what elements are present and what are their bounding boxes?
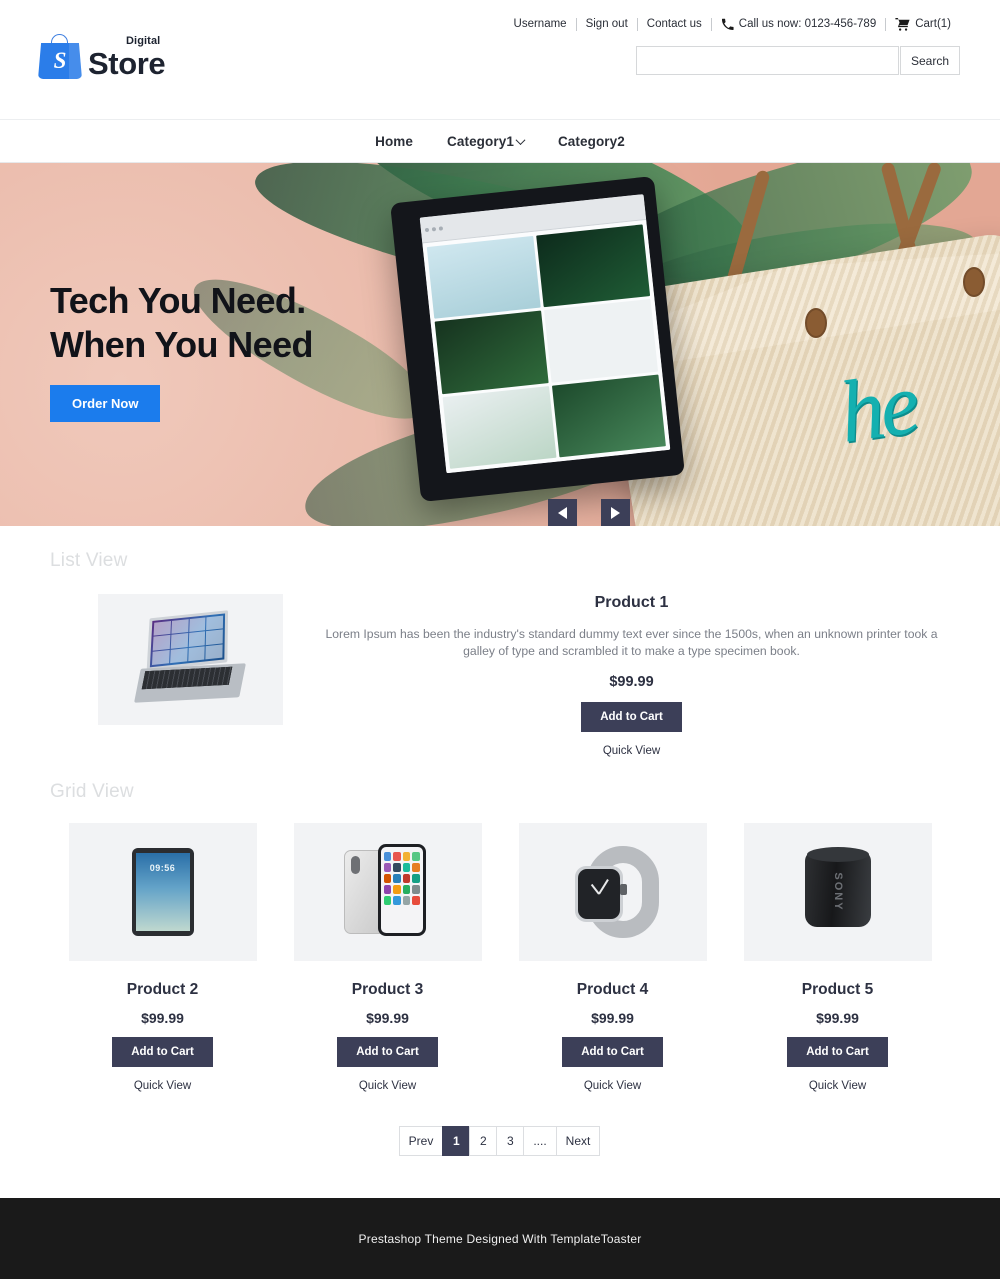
cart-link[interactable]: Cart(1) xyxy=(886,17,960,31)
footer-credit-text: Prestashop Theme Designed With TemplateT… xyxy=(358,1231,642,1246)
product-price: $99.99 xyxy=(591,1010,634,1027)
search-input[interactable] xyxy=(636,46,899,75)
smartphone-icon xyxy=(338,842,438,942)
add-to-cart-button[interactable]: Add to Cart xyxy=(112,1037,213,1068)
cart-icon xyxy=(895,17,910,31)
list-view-row: Product 1 Lorem Ipsum has been the indus… xyxy=(0,572,1000,757)
quick-view-link[interactable]: Quick View xyxy=(744,1080,932,1092)
speaker-icon: SONY xyxy=(804,847,871,933)
order-now-button[interactable]: Order Now xyxy=(50,384,161,422)
grid-view-title: Grid View xyxy=(50,781,134,803)
product-name: Product 5 xyxy=(801,981,874,999)
product-price: $99.99 xyxy=(366,1010,409,1027)
bag-button xyxy=(805,308,827,338)
hero-content: Tech You Need. When You Need Order Now xyxy=(50,279,313,422)
carousel-controls xyxy=(548,499,630,526)
call-us-text: Call us now: 0123-456-789 xyxy=(738,18,877,30)
product-price: $99.99 xyxy=(141,1010,184,1027)
pagination-page-2[interactable]: 2 xyxy=(469,1126,498,1157)
grid-view-row: 09:56 Product 2 $99.99 Add to Cart Quick… xyxy=(0,803,1000,1092)
arrow-left-icon xyxy=(558,506,567,519)
add-to-cart-button[interactable]: Add to Cart xyxy=(337,1037,438,1068)
logo-mark-letter: S xyxy=(53,48,67,73)
speaker-brand-text: SONY xyxy=(831,872,844,912)
quick-view-link[interactable]: Quick View xyxy=(323,745,940,757)
list-view-title: List View xyxy=(50,550,128,571)
nav-label: Home xyxy=(375,133,414,149)
pagination-ellipsis[interactable]: .... xyxy=(523,1126,557,1157)
carousel-next-button[interactable] xyxy=(601,499,630,526)
call-us-block: Call us now: 0123-456-789 xyxy=(712,18,885,31)
utility-bar: Username Sign out Contact us Call us now… xyxy=(505,17,960,31)
nav-item-category2[interactable]: Category2 xyxy=(558,134,625,149)
hero-banner: he Tech You Need. When You Need Order No… xyxy=(0,163,1000,526)
contact-us-link[interactable]: Contact us xyxy=(638,17,711,31)
add-to-cart-button[interactable]: Add to Cart xyxy=(562,1037,663,1068)
pagination-page-3[interactable]: 3 xyxy=(496,1126,525,1157)
product-name: Product 2 xyxy=(126,981,199,999)
tablet-screen-time: 09:56 xyxy=(149,863,176,874)
product-name: Product 4 xyxy=(576,981,649,999)
product-price: $99.99 xyxy=(609,674,654,691)
nav-item-home[interactable]: Home xyxy=(375,134,413,149)
cart-label: Cart(1) xyxy=(915,18,951,30)
site-logo[interactable]: S Digital Store xyxy=(38,34,166,81)
nav-item-category1[interactable]: Category1 xyxy=(447,133,526,149)
pagination-prev[interactable]: Prev xyxy=(398,1126,444,1157)
pagination-page-1[interactable]: 1 xyxy=(442,1126,471,1157)
tablet-icon: 09:56 xyxy=(131,848,194,937)
nav-label: Category2 xyxy=(557,133,625,149)
product-price: $99.99 xyxy=(816,1010,859,1027)
tablet-device-image xyxy=(390,175,685,503)
nav-label: Category1 xyxy=(447,133,514,149)
add-to-cart-button[interactable]: Add to Cart xyxy=(581,702,682,733)
chevron-down-icon xyxy=(515,134,526,145)
sign-out-link[interactable]: Sign out xyxy=(577,17,637,31)
phone-icon xyxy=(721,18,734,31)
username-link[interactable]: Username xyxy=(505,17,576,31)
bag-button xyxy=(963,267,985,297)
search-form: Search xyxy=(636,46,960,75)
site-header: Username Sign out Contact us Call us now… xyxy=(0,0,1000,120)
shopping-bag-icon: S xyxy=(38,34,82,79)
product-card: SONY Product 5 $99.99 Add to Cart Quick … xyxy=(743,823,932,1092)
product-card: Product 3 $99.99 Add to Cart Quick View xyxy=(293,823,482,1092)
pagination-next[interactable]: Next xyxy=(555,1126,601,1157)
arrow-right-icon xyxy=(611,506,620,519)
main-navigation: Home Category1 Category2 xyxy=(0,120,1000,163)
product-info-list: Product 1 Lorem Ipsum has been the indus… xyxy=(323,594,970,757)
quick-view-link[interactable]: Quick View xyxy=(294,1080,482,1092)
product-image-grid[interactable] xyxy=(293,823,482,962)
product-image-grid[interactable] xyxy=(518,823,707,962)
logo-text: Digital Store xyxy=(88,36,166,81)
quick-view-link[interactable]: Quick View xyxy=(69,1080,257,1092)
product-image-grid[interactable]: 09:56 xyxy=(68,823,257,962)
quick-view-link[interactable]: Quick View xyxy=(519,1080,707,1092)
product-card: Product 4 $99.99 Add to Cart Quick View xyxy=(518,823,707,1092)
add-to-cart-button[interactable]: Add to Cart xyxy=(787,1037,888,1068)
hello-embroidery-text: he xyxy=(833,355,922,462)
smartwatch-icon xyxy=(561,844,665,940)
site-footer: Prestashop Theme Designed With TemplateT… xyxy=(0,1198,1000,1279)
carousel-prev-button[interactable] xyxy=(548,499,577,526)
laptop-icon xyxy=(132,609,250,706)
product-image-list[interactable] xyxy=(98,594,283,725)
product-card: 09:56 Product 2 $99.99 Add to Cart Quick… xyxy=(68,823,257,1092)
product-image-grid[interactable]: SONY xyxy=(743,823,932,962)
product-name: Product 3 xyxy=(351,981,424,999)
product-name: Product 1 xyxy=(594,594,669,611)
hero-title-line1: Tech You Need. xyxy=(50,280,306,321)
hero-title-line2: When You Need xyxy=(50,323,313,365)
product-description: Lorem Ipsum has been the industry's stan… xyxy=(325,627,938,659)
logo-store-text: Store xyxy=(88,46,166,81)
search-button[interactable]: Search xyxy=(900,46,960,75)
pagination: Prev 1 2 3 .... Next xyxy=(0,1126,1000,1157)
